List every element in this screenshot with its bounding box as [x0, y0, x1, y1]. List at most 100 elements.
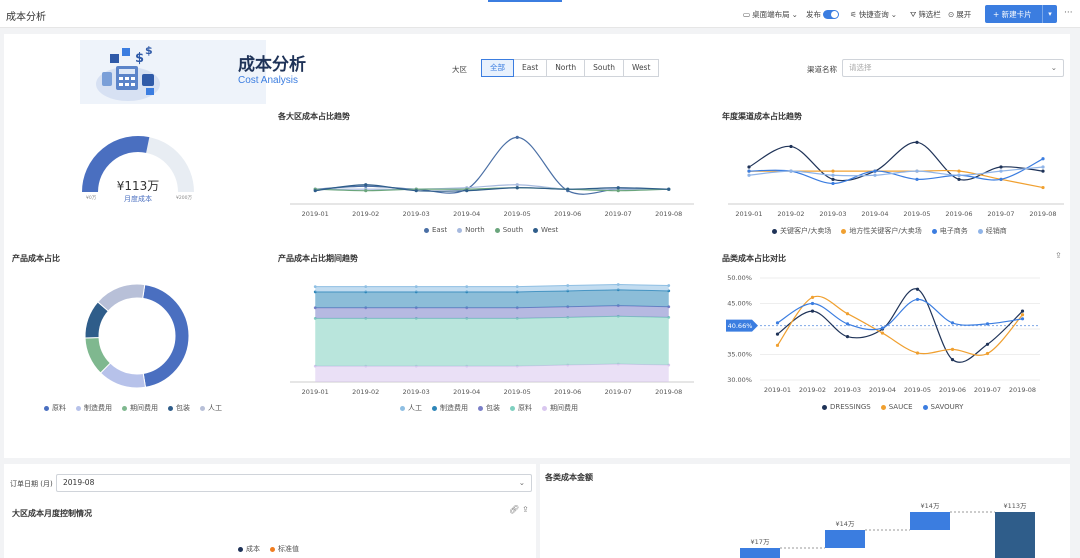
data-point [566, 284, 570, 287]
legend-item[interactable]: 地方性关键客户/大卖场 [841, 226, 922, 236]
legend-item[interactable]: DRESSINGS [822, 403, 871, 411]
category-amount-title: 各类成本金额 [545, 473, 593, 482]
top-bar: 成本分析 ▭ 桌面端布局 ⌄ 发布 ⚟ 快捷查询 ⌄ ⛛ 筛选栏 ⊙ 展开 + 新建卡片 ▾ … [0, 0, 1080, 28]
legend-item[interactable]: 人工 [400, 403, 422, 413]
data-point [1041, 185, 1045, 190]
legend-item[interactable]: 原料 [510, 403, 532, 413]
toggle-switch[interactable] [823, 10, 839, 19]
region-option-west[interactable]: West [622, 59, 660, 77]
data-point [775, 321, 780, 325]
region-option-east[interactable]: East [513, 59, 548, 77]
legend-item[interactable]: 成本 [238, 544, 260, 554]
legend-item[interactable]: SAUCE [880, 403, 913, 411]
order-date-select[interactable]: 2019-08 ⌄ [56, 474, 532, 492]
data-point [616, 189, 620, 193]
data-point [747, 165, 751, 169]
x-tick-label: 2019-07 [605, 388, 632, 396]
legend-item[interactable]: North [457, 226, 485, 234]
legend-item[interactable]: 经销商 [977, 226, 1007, 236]
data-point [985, 351, 990, 356]
channel-select[interactable]: 请选择 ⌄ [842, 59, 1064, 77]
x-tick-label: 2019-01 [764, 386, 791, 394]
legend-item[interactable]: 制造费用 [432, 403, 468, 413]
data-point [999, 165, 1003, 169]
legend-item[interactable]: SAVOURY [922, 403, 963, 411]
legend-label: 地方性关键客户/大卖场 [849, 227, 922, 235]
data-point [880, 331, 885, 335]
legend-label: 人工 [408, 404, 422, 412]
data-point [775, 332, 780, 336]
legend-item[interactable]: East [424, 226, 447, 234]
chevron-down-icon: ⌄ [518, 478, 525, 487]
data-point [985, 322, 990, 326]
gauge-label: 月度成本 [124, 195, 152, 203]
legend-item[interactable]: 人工 [200, 403, 222, 413]
region-option-south[interactable]: South [584, 59, 624, 77]
legend-item[interactable]: 期间费用 [122, 403, 158, 413]
legend-item[interactable]: 包装 [168, 403, 190, 413]
chevron-down-icon[interactable]: ▾ [1042, 5, 1057, 23]
quick-query-button[interactable]: ⚟ 快捷查询 ⌄ [850, 9, 897, 20]
legend-item[interactable]: 电子商务 [931, 226, 968, 236]
expand-icon: ⊙ [948, 10, 955, 19]
region-option-north[interactable]: North [546, 59, 586, 77]
data-point [1041, 157, 1045, 161]
x-tick-label: 2019-07 [605, 210, 632, 218]
legend-item[interactable]: 原料 [44, 403, 66, 413]
legend-item[interactable]: 关键客户/大卖场 [772, 226, 831, 236]
data-point [789, 144, 793, 149]
data-point [515, 183, 519, 187]
data-point [515, 285, 519, 288]
app-title: 成本分析 [6, 12, 46, 23]
more-icon[interactable]: ··· [1064, 8, 1073, 18]
data-point [810, 301, 815, 306]
data-point [414, 285, 418, 288]
y-tick-label: 35.00% [727, 351, 752, 359]
data-point [1020, 309, 1025, 313]
region-segmented-control: 全部 East North South West [481, 59, 660, 77]
legend-label: 标准值 [278, 545, 299, 553]
x-tick-label: 2019-03 [819, 210, 846, 218]
data-point [364, 183, 368, 187]
new-card-button[interactable]: + 新建卡片 ▾ [985, 5, 1057, 23]
legend-label: 关键客户/大卖场 [780, 227, 832, 235]
legend-label: East [432, 226, 448, 234]
legend-item[interactable]: West [533, 226, 558, 234]
data-point [915, 169, 919, 173]
svg-text:$: $ [145, 44, 153, 57]
data-point [313, 189, 317, 193]
region-trend-legend: East North South West [424, 226, 558, 234]
y-tick-label: 30.00% [727, 376, 752, 384]
legend-item[interactable]: 标准值 [270, 544, 299, 554]
gauge-max-label: ¥200万 [176, 196, 192, 201]
category-compare-chart: 30.00%35.00%40.00%45.00%50.00%2019-01201… [726, 274, 1040, 394]
chevron-down-icon: ⌄ [890, 10, 898, 19]
link-icon[interactable]: 🔗︎ [509, 505, 519, 514]
filter-bar-button[interactable]: ⛛ 筛选栏 [910, 9, 941, 20]
category-compare-legend: DRESSINGS SAUCE SAVOURY [822, 403, 963, 411]
legend-item[interactable]: 期间费用 [542, 403, 578, 413]
legend-item[interactable]: 包装 [478, 403, 500, 413]
data-point [873, 169, 877, 173]
expand-label: 展开 [956, 10, 972, 19]
export-icon[interactable]: ⇪ [1055, 251, 1062, 260]
legend-label: West [541, 226, 559, 234]
data-point [915, 177, 919, 181]
legend-item[interactable]: South [494, 226, 523, 234]
data-point [999, 169, 1003, 173]
legend-label: DRESSINGS [830, 403, 871, 411]
legend-item[interactable]: 制造费用 [76, 403, 112, 413]
channel-trend-legend: 关键客户/大卖场 地方性关键客户/大卖场 电子商务 经销商 [772, 226, 1007, 236]
data-point [364, 189, 368, 193]
expand-button[interactable]: ⊙ 展开 [948, 9, 971, 20]
desktop-layout-button[interactable]: ▭ 桌面端布局 ⌄ [743, 9, 798, 20]
publish-toggle[interactable]: 发布 [806, 9, 839, 20]
x-tick-label: 2019-07 [974, 386, 1001, 394]
data-point [465, 285, 469, 288]
channel-trend-chart: 2019-01 2019-02 2019-03 2019-04 2019-05 2019-… [728, 140, 1064, 218]
data-point [810, 295, 815, 299]
region-option-all[interactable]: 全部 [481, 59, 514, 77]
data-point [957, 177, 961, 181]
export-icon[interactable]: ⇪ [522, 505, 529, 514]
x-tick-label: 2019-01 [735, 210, 762, 218]
